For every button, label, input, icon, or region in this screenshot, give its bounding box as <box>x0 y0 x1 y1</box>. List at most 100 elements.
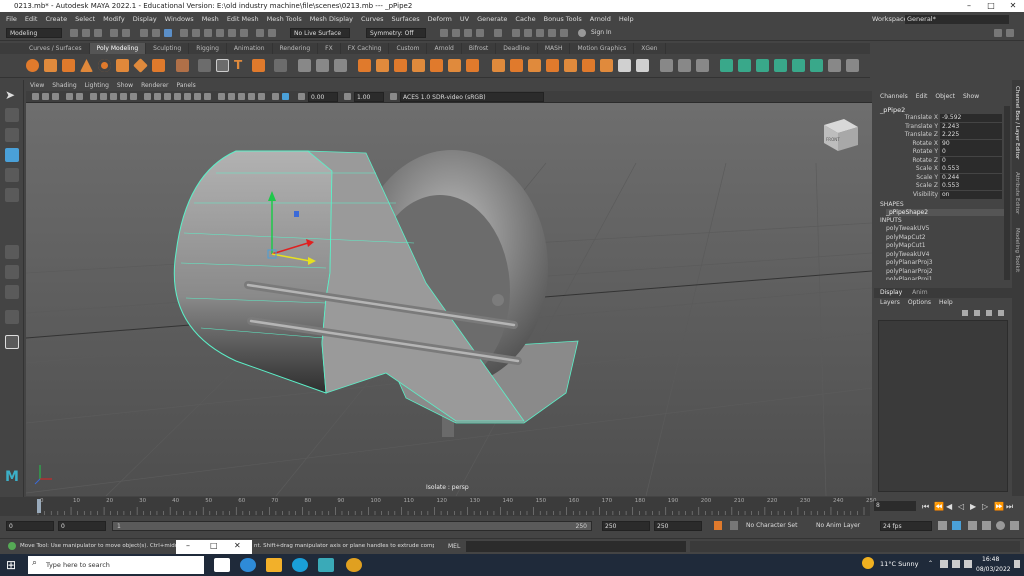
popup-maximize-button[interactable]: □ <box>210 541 218 550</box>
symmetry-dropdown[interactable]: Symmetry: Off <box>366 28 426 38</box>
shelf-tab-motion-graphics[interactable]: Motion Graphics <box>570 43 635 54</box>
input-item[interactable]: polyMapCut1 <box>886 242 926 249</box>
menu-curves[interactable]: Curves <box>361 15 384 23</box>
toggle-panel-icon-3[interactable] <box>536 29 544 37</box>
taskbar-clock-time[interactable]: 16:48 <box>982 556 999 563</box>
select-hierarchy-icon[interactable] <box>140 29 148 37</box>
menu-create[interactable]: Create <box>45 15 67 23</box>
live-surface-dropdown[interactable]: No Live Surface <box>290 28 350 38</box>
attr-rotate-z[interactable]: Rotate Z0 <box>874 156 1012 166</box>
uv-auto-icon[interactable] <box>774 59 787 72</box>
scene-start-field[interactable]: 0 <box>6 521 54 531</box>
go-to-start-icon[interactable]: ⏮ <box>922 502 929 512</box>
layer-menu-help[interactable]: Help <box>939 299 953 306</box>
help-icon[interactable] <box>996 521 1005 530</box>
toggle-panel-icon-4[interactable] <box>548 29 556 37</box>
menu-help[interactable]: Help <box>619 15 634 23</box>
textured-icon[interactable] <box>184 93 191 100</box>
popup-minimize-button[interactable]: – <box>186 541 190 550</box>
field-chart-icon[interactable] <box>120 93 127 100</box>
reduce-icon[interactable] <box>334 59 347 72</box>
fps-dropdown[interactable]: 24 fps <box>880 521 932 531</box>
ambient-occlusion-icon[interactable] <box>238 93 245 100</box>
step-forward-key-icon[interactable]: ⏩ <box>994 502 1004 511</box>
select-component-icon[interactable] <box>164 29 172 37</box>
resolution-gate-icon[interactable] <box>100 93 107 100</box>
zoom-icon[interactable] <box>5 335 19 349</box>
panel-menu-panels[interactable]: Panels <box>176 81 195 91</box>
loop-icon[interactable] <box>938 521 947 530</box>
boolean-icon[interactable] <box>358 59 371 72</box>
attr-rotate-x[interactable]: Rotate X 90 <box>874 139 1012 149</box>
current-frame-field[interactable]: 8 <box>874 501 916 511</box>
input-item[interactable]: polyTweakUV5 <box>886 225 929 232</box>
menu-deform[interactable]: Deform <box>428 15 452 23</box>
panel-menu-show[interactable]: Show <box>117 81 133 91</box>
input-item[interactable]: polyPlanarProj3 <box>886 259 933 266</box>
task-view-icon[interactable] <box>214 558 230 572</box>
poly-cylinder-icon[interactable] <box>62 59 75 72</box>
shelf-tab-sculpting[interactable]: Sculpting <box>146 43 190 54</box>
extract-icon[interactable] <box>376 59 389 72</box>
shelf-tab-animation[interactable]: Animation <box>227 43 273 54</box>
poly-cube-icon[interactable] <box>44 59 57 72</box>
taskbar-search[interactable]: ⌕ Type here to search <box>28 556 204 574</box>
menu-mesh-display[interactable]: Mesh Display <box>310 15 353 23</box>
menu-generate[interactable]: Generate <box>477 15 507 23</box>
render-settings-icon[interactable] <box>464 29 472 37</box>
maximize-button[interactable]: □ <box>980 0 1002 12</box>
ipr-render-icon[interactable] <box>452 29 460 37</box>
super-shape-icon[interactable] <box>176 59 189 72</box>
play-forward-icon[interactable]: ▶ <box>970 502 976 511</box>
shelf-tab-rendering[interactable]: Rendering <box>273 43 319 54</box>
shelf-tab-fx-caching[interactable]: FX Caching <box>341 43 390 54</box>
wireframe-on-shaded-icon[interactable] <box>174 93 181 100</box>
wps-icon[interactable] <box>292 558 308 572</box>
bevel-icon[interactable] <box>466 59 479 72</box>
battery-icon[interactable] <box>952 560 960 568</box>
panel-menu-view[interactable]: View <box>30 81 44 91</box>
playback-start-field[interactable]: 0 <box>58 521 106 531</box>
poly-platonic-icon[interactable] <box>152 59 165 72</box>
shelf-tab-mash[interactable]: MASH <box>538 43 571 54</box>
isolate-select-icon[interactable] <box>272 93 279 100</box>
tray-up-arrow-icon[interactable]: ⌃ <box>928 560 933 567</box>
insert-loop-icon[interactable] <box>600 59 613 72</box>
edge-icon[interactable] <box>240 558 256 572</box>
menu-edit[interactable]: Edit <box>25 15 38 23</box>
workspace-dropdown[interactable]: General* <box>905 14 1009 24</box>
panel-layout-icon[interactable] <box>1006 29 1014 37</box>
shelf-tab-curves-surfaces[interactable]: Curves / Surfaces <box>22 43 90 54</box>
cb-menu-show[interactable]: Show <box>963 93 979 100</box>
layer-new-icon[interactable] <box>962 310 968 316</box>
close-button[interactable]: ✕ <box>1002 0 1024 12</box>
wireframe-icon[interactable] <box>144 93 151 100</box>
uv-planar-icon[interactable] <box>720 59 733 72</box>
shape-item[interactable]: _pPipeShape2 <box>886 209 1006 216</box>
cb-menu-channels[interactable]: Channels <box>880 93 908 100</box>
shelf-tab-fx[interactable]: FX <box>318 43 341 54</box>
poly-plane-icon[interactable] <box>116 59 129 72</box>
attr-translate-y[interactable]: Translate Y 2.243 <box>874 122 1012 132</box>
paint-select-icon[interactable] <box>5 128 19 142</box>
weather-text[interactable]: 11°C Sunny <box>880 560 918 568</box>
layer-move-down-icon[interactable] <box>998 310 1004 316</box>
rotate-tool-icon[interactable] <box>5 168 19 182</box>
outliner-layout-icon[interactable] <box>5 285 19 299</box>
edge-loop-icon[interactable] <box>564 59 577 72</box>
mirror-icon[interactable] <box>298 59 311 72</box>
menu-mesh[interactable]: Mesh <box>202 15 219 23</box>
shelf-tab-arnold[interactable]: Arnold <box>427 43 462 54</box>
snap-grid-icon[interactable] <box>180 29 188 37</box>
extrude-icon[interactable] <box>448 59 461 72</box>
arnold-render-view-icon[interactable] <box>494 29 502 37</box>
quad-draw-icon[interactable] <box>546 59 559 72</box>
combine-icon[interactable] <box>216 59 229 72</box>
layer-tab-display[interactable]: Display <box>880 288 902 298</box>
grab-icon[interactable] <box>696 59 709 72</box>
uv-editor-icon[interactable] <box>636 59 649 72</box>
lasso-tool-icon[interactable] <box>5 108 19 122</box>
offset-loop-icon[interactable] <box>582 59 595 72</box>
menu-arnold[interactable]: Arnold <box>590 15 611 23</box>
toggle-panel-icon-5[interactable] <box>560 29 568 37</box>
